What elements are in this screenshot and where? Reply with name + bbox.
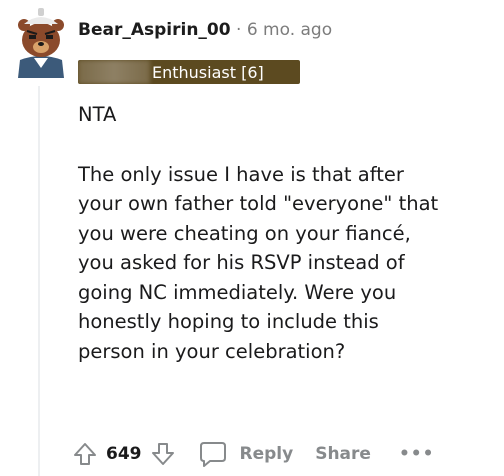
flair-text: Enthusiast [6] bbox=[152, 62, 264, 82]
comment: Bear_Aspirin_00 · 6 mo. ago Enthusiast [… bbox=[0, 0, 504, 476]
comment-line: your own father told "everyone" that bbox=[78, 192, 439, 215]
more-icon[interactable]: ••• bbox=[399, 444, 435, 464]
comment-line: you were cheating on your fiancé, bbox=[78, 221, 411, 245]
comment-actions: 649 Reply Share ••• bbox=[72, 437, 435, 471]
vote-count: 649 bbox=[106, 444, 142, 464]
comment-age[interactable]: 6 mo. ago bbox=[247, 20, 332, 40]
comment-bubble-icon bbox=[199, 442, 226, 467]
comment-body: NTA The only issue I have is that after … bbox=[78, 100, 488, 366]
comment-line: person in your celebration? bbox=[78, 339, 346, 363]
comment-paragraph: The only issue I have is that after your… bbox=[78, 160, 488, 367]
comment-line: The only issue I have is that after bbox=[78, 162, 404, 186]
upvote-button[interactable] bbox=[72, 441, 98, 467]
upvote-icon bbox=[74, 443, 96, 465]
share-button[interactable]: Share bbox=[315, 444, 371, 464]
flair-blurred-emoji bbox=[78, 60, 150, 84]
reply-label: Reply bbox=[239, 444, 294, 464]
comment-line: you asked for his RSVP instead of bbox=[78, 251, 405, 274]
avatar[interactable] bbox=[10, 6, 72, 78]
comment-meta: Bear_Aspirin_00 · 6 mo. ago bbox=[78, 19, 332, 41]
downvote-button[interactable] bbox=[150, 441, 176, 467]
comment-line: going NC immediately. Were you bbox=[78, 280, 397, 304]
avatar-bear-icon bbox=[18, 8, 64, 78]
username[interactable]: Bear_Aspirin_00 bbox=[78, 20, 231, 40]
downvote-icon bbox=[151, 443, 174, 465]
user-flair: Enthusiast [6] bbox=[78, 60, 300, 84]
thread-line[interactable] bbox=[38, 86, 40, 476]
comment-line: honestly hoping to include this bbox=[78, 310, 379, 333]
meta-separator: · bbox=[236, 20, 242, 40]
comment-paragraph: NTA bbox=[78, 103, 117, 126]
reply-button[interactable]: Reply bbox=[198, 440, 294, 468]
